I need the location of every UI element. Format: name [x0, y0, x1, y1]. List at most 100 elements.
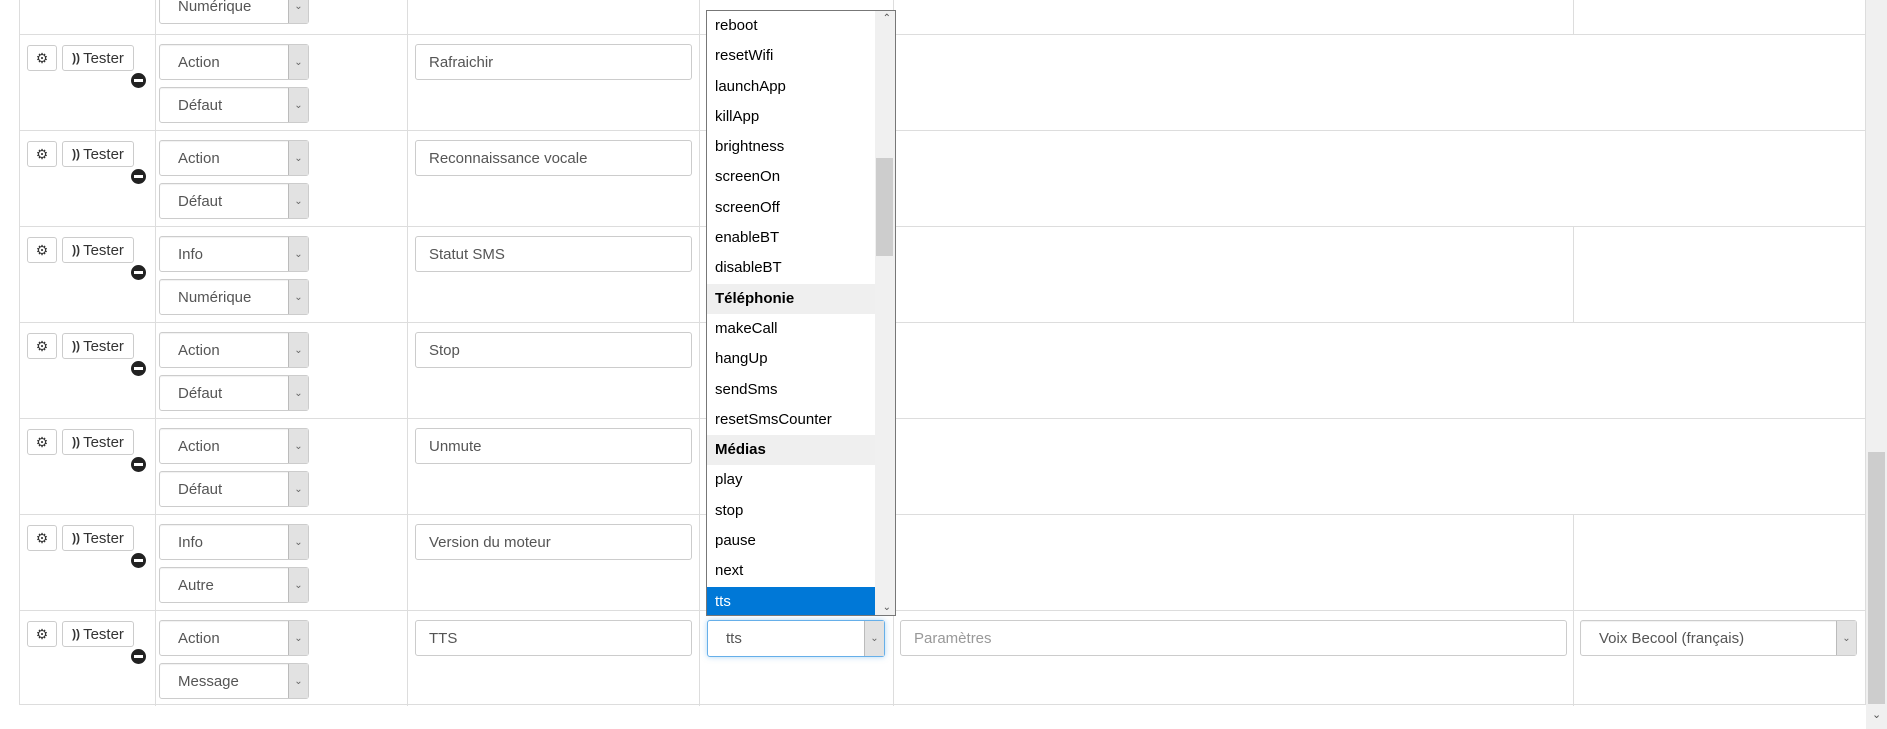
parameters-input[interactable]: Paramètres: [900, 620, 1567, 656]
chevron-down-icon: ⌄: [288, 472, 308, 506]
remove-command-icon[interactable]: [131, 73, 146, 88]
chevron-down-icon: ⌄: [288, 237, 308, 271]
remove-command-icon[interactable]: [131, 553, 146, 568]
subtype-select[interactable]: Numérique ⌄: [159, 0, 309, 24]
table-row: ⚙)) Tester Action ⌄ Défaut ⌄ Rafraichir: [19, 34, 1866, 130]
command-name-input[interactable]: Version du moteur: [415, 524, 692, 560]
logical-id-select[interactable]: tts ⌄: [707, 620, 885, 657]
command-name-input[interactable]: Unmute: [415, 428, 692, 464]
dropdown-option[interactable]: tts: [707, 586, 875, 615]
configure-button[interactable]: ⚙: [27, 141, 57, 167]
page-scroll-thumb[interactable]: [1868, 452, 1885, 704]
dropdown-option[interactable]: launchApp: [707, 72, 875, 102]
table-row: ⚙ )) Tester Action ⌄ Défaut ⌄ Reconnaissance vo…: [19, 130, 1866, 226]
dropdown-option[interactable]: disableBT: [707, 253, 875, 283]
type-select-value: Info: [178, 245, 204, 263]
subtype-select[interactable]: Message ⌄: [159, 663, 309, 699]
subtype-select[interactable]: Autre ⌄: [159, 567, 309, 603]
subtype-select[interactable]: Défaut ⌄: [159, 183, 309, 219]
tester-button[interactable]: )) Tester: [62, 621, 134, 647]
tester-button[interactable]: )) Tester: [62, 141, 134, 167]
dropdown-option[interactable]: resetSmsCounter: [707, 405, 875, 435]
dropdown-option[interactable]: makeCall: [707, 314, 875, 344]
chevron-down-icon: ⌄: [288, 88, 308, 122]
remove-command-icon[interactable]: [131, 457, 146, 472]
gears-icon: ⚙: [35, 529, 49, 546]
type-select[interactable]: Action ⌄: [159, 428, 309, 464]
subtype-select-value: Message: [178, 672, 239, 690]
dropdown-option[interactable]: brightness: [707, 132, 875, 162]
dropdown-option[interactable]: screenOff: [707, 193, 875, 223]
dropdown-option[interactable]: hangUp: [707, 344, 875, 374]
dropdown-option[interactable]: screenOn: [707, 162, 875, 192]
configure-button[interactable]: ⚙: [27, 621, 57, 647]
chevron-down-icon: ⌄: [288, 376, 308, 410]
remove-command-icon[interactable]: [131, 649, 146, 664]
tester-button[interactable]: )) Tester: [62, 429, 134, 455]
type-select[interactable]: Action ⌄: [159, 140, 309, 176]
page-scrollbar[interactable]: ⌄: [1866, 0, 1887, 729]
remove-command-icon[interactable]: [131, 169, 146, 184]
column-divider: [1573, 611, 1574, 706]
dropdown-option[interactable]: stop: [707, 496, 875, 526]
type-select[interactable]: Action ⌄: [159, 332, 309, 368]
dropdown-option[interactable]: sendSms: [707, 375, 875, 405]
chevron-down-icon: ⌄: [288, 664, 308, 698]
tester-button[interactable]: )) Tester: [62, 237, 134, 263]
configure-button[interactable]: ⚙: [27, 333, 57, 359]
tester-button[interactable]: )) Tester: [62, 333, 134, 359]
dropdown-option[interactable]: next: [707, 556, 875, 586]
dropdown-option[interactable]: resetWifi: [707, 41, 875, 71]
subtype-select[interactable]: Défaut ⌄: [159, 375, 309, 411]
command-name-input[interactable]: Stop: [415, 332, 692, 368]
tester-button[interactable]: )) Tester: [62, 525, 134, 551]
remove-command-icon[interactable]: [131, 361, 146, 376]
scroll-down-icon[interactable]: ⌄: [1872, 708, 1881, 721]
chevron-down-icon: ⌄: [288, 280, 308, 314]
voice-select[interactable]: Voix Becool (français) ⌄: [1580, 620, 1857, 656]
dropdown-option[interactable]: play: [707, 465, 875, 495]
subtype-select[interactable]: Défaut ⌄: [159, 471, 309, 507]
type-select[interactable]: Info ⌄: [159, 524, 309, 560]
gears-icon: ⚙: [35, 625, 49, 642]
type-select[interactable]: Action ⌄: [159, 44, 309, 80]
tester-button[interactable]: )) Tester: [62, 45, 134, 71]
type-select-value: Action: [178, 149, 220, 167]
option-group-header: Téléphonie: [707, 283, 875, 314]
subtype-select[interactable]: Défaut ⌄: [159, 87, 309, 123]
type-select[interactable]: Action ⌄: [159, 620, 309, 656]
column-divider: [155, 419, 156, 514]
command-name-input[interactable]: TTS: [415, 620, 692, 656]
subtype-select[interactable]: Numérique ⌄: [159, 279, 309, 315]
configure-button[interactable]: ⚙: [27, 429, 57, 455]
configure-button[interactable]: ⚙: [27, 237, 57, 263]
gears-icon: ⚙: [35, 145, 49, 162]
command-name-input[interactable]: Statut SMS: [415, 236, 692, 272]
gears-icon: ⚙: [35, 241, 49, 258]
voice-select-value: Voix Becool (français): [1599, 629, 1745, 647]
scroll-up-icon[interactable]: ⌃: [883, 13, 891, 24]
logical-id-dropdown-list[interactable]: reboot resetWifi launchApp killApp brightnes…: [706, 10, 896, 616]
rss-icon: )): [72, 51, 81, 65]
type-select-value: Action: [178, 53, 220, 71]
dropdown-option[interactable]: pause: [707, 526, 875, 556]
dropdown-option[interactable]: killApp: [707, 102, 875, 132]
column-divider: [155, 35, 156, 130]
type-select[interactable]: Info ⌄: [159, 236, 309, 272]
chevron-down-icon: ⌄: [288, 333, 308, 367]
chevron-down-icon: ⌄: [288, 45, 308, 79]
command-name-input[interactable]: Rafraichir: [415, 44, 692, 80]
dropdown-scrollbar[interactable]: ⌃ ⌄: [875, 11, 895, 615]
dropdown-option[interactable]: reboot: [707, 11, 875, 41]
command-name-input[interactable]: Reconnaissance vocale: [415, 140, 692, 176]
column-divider: [407, 131, 408, 226]
rss-icon: )): [72, 243, 81, 257]
dropdown-scroll-thumb[interactable]: [876, 158, 893, 256]
remove-command-icon[interactable]: [131, 265, 146, 280]
configure-button[interactable]: ⚙: [27, 525, 57, 551]
scroll-down-icon[interactable]: ⌄: [883, 602, 891, 613]
dropdown-option[interactable]: enableBT: [707, 223, 875, 253]
configure-button[interactable]: ⚙: [27, 45, 57, 71]
type-select-value: Action: [178, 629, 220, 647]
column-divider: [155, 227, 156, 322]
